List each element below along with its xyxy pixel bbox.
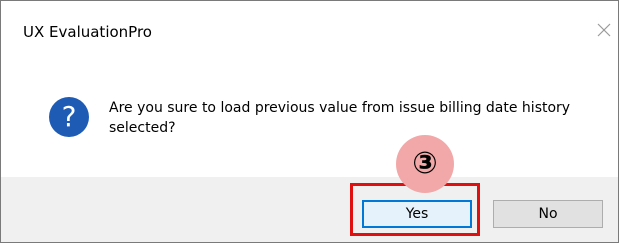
question-icon: ? <box>49 97 89 137</box>
close-icon[interactable] <box>595 21 613 39</box>
dialog-content: ? Are you sure to load previous value fr… <box>1 59 618 177</box>
title-bar: UX EvaluationPro <box>1 1 618 59</box>
yes-button[interactable]: Yes <box>362 200 472 228</box>
dialog-title: UX EvaluationPro <box>23 23 152 41</box>
no-button[interactable]: No <box>493 200 603 228</box>
dialog-message: Are you sure to load previous value from… <box>109 100 571 136</box>
step-badge: ③ <box>396 135 454 193</box>
button-bar: Yes No <box>1 177 618 242</box>
message-dialog: UX EvaluationPro ? Are you sure to load … <box>0 0 619 243</box>
